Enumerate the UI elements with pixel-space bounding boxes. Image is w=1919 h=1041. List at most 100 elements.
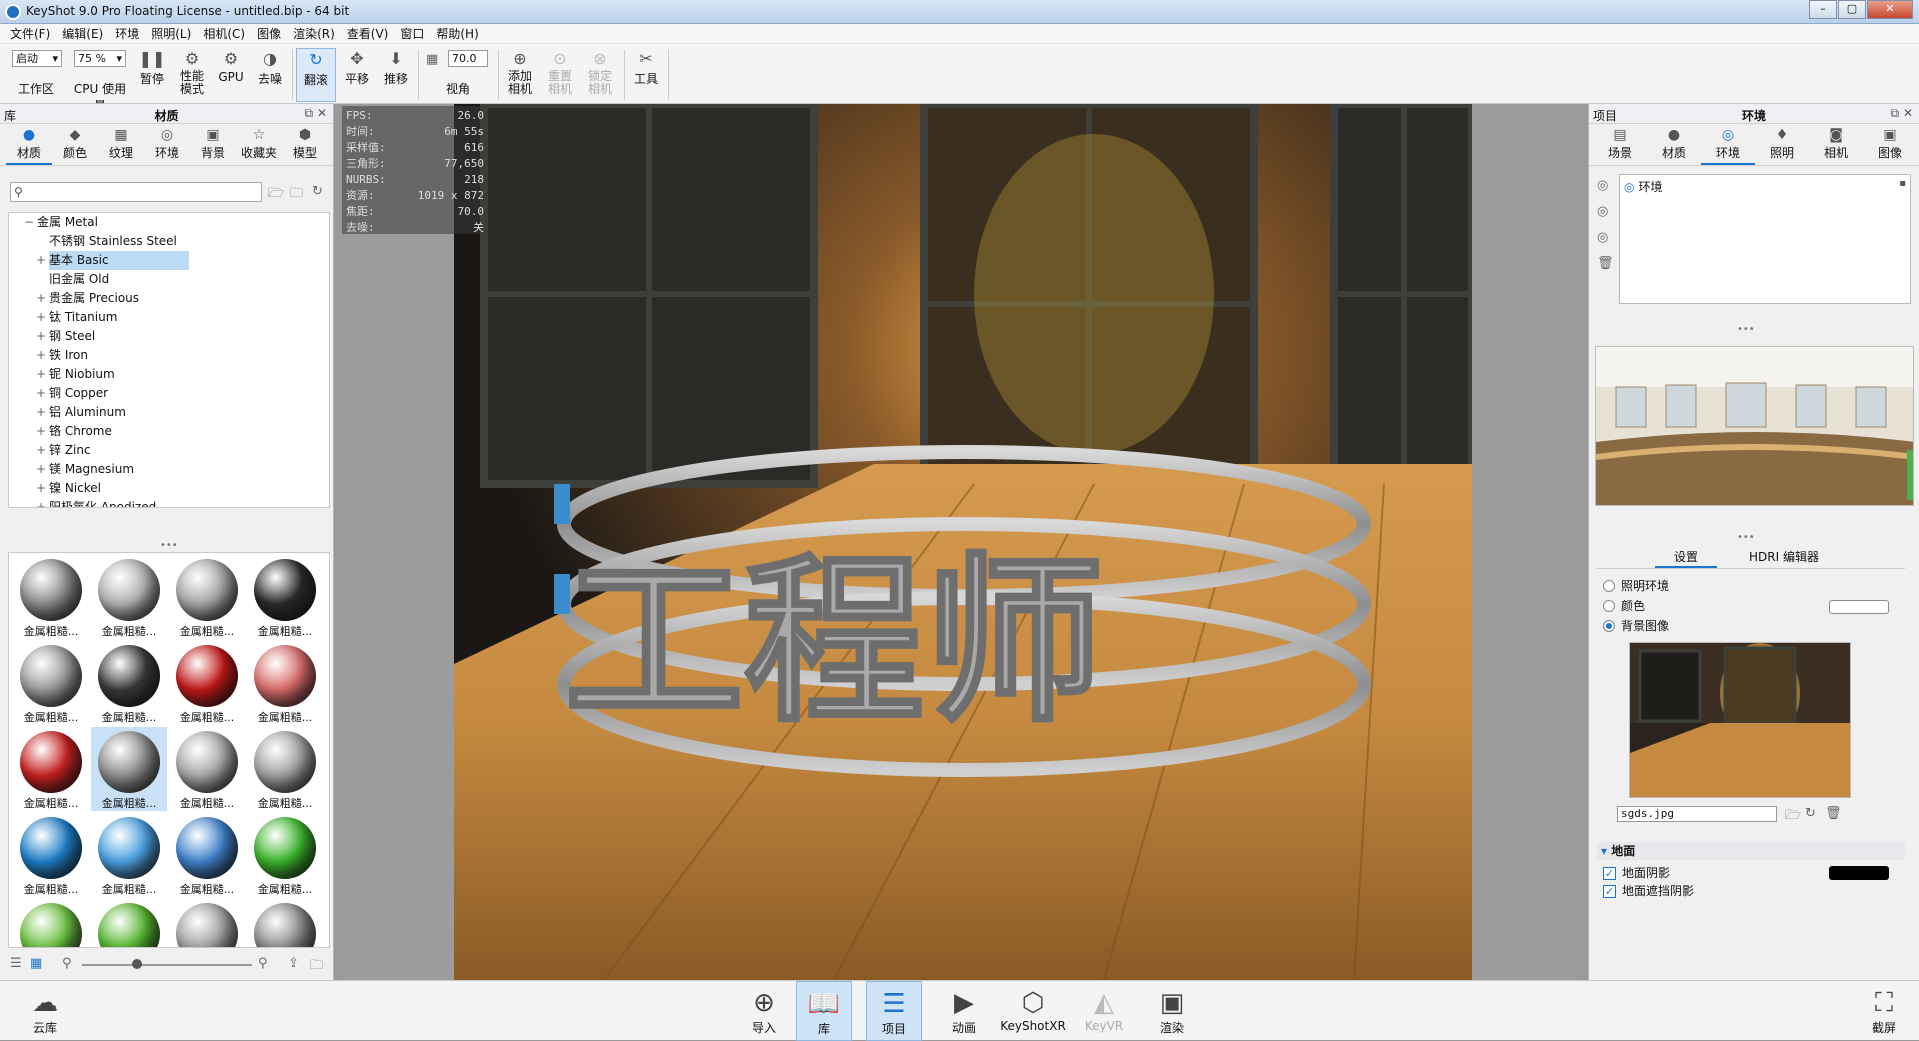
tab-scene[interactable]: ▤ 场景 bbox=[1593, 124, 1647, 165]
material-swatch[interactable]: 金属粗糙... bbox=[91, 555, 167, 639]
dolly-button[interactable]: ⬇ 推移 bbox=[378, 48, 414, 102]
checkbox-ground-shadows[interactable]: ✓ 地面阴影 bbox=[1603, 864, 1670, 882]
splitter-handle[interactable]: ••• bbox=[160, 540, 178, 551]
grid-view-icon[interactable]: ▦ bbox=[30, 956, 42, 971]
lock-camera-button[interactable]: ⊗ 锁定 相机 bbox=[582, 48, 618, 102]
expand-icon[interactable]: + bbox=[35, 422, 47, 441]
tab-camera[interactable]: ◙ 相机 bbox=[1809, 124, 1863, 165]
background-file-input[interactable]: sgds.jpg bbox=[1617, 806, 1777, 822]
material-swatch[interactable]: 金属粗糙... bbox=[91, 727, 167, 811]
material-swatch[interactable]: 金属粗糙... bbox=[169, 813, 245, 897]
zoom-out-icon[interactable]: ⚲ bbox=[62, 956, 72, 971]
menu-environment[interactable]: 环境 bbox=[109, 25, 145, 42]
tab-material[interactable]: ● 材质 bbox=[1647, 124, 1701, 165]
tumble-button[interactable]: ↻ 翻滚 bbox=[296, 48, 336, 102]
expand-icon[interactable]: + bbox=[35, 251, 47, 270]
ground-shadow-color-swatch[interactable] bbox=[1829, 866, 1889, 880]
subtab-settings[interactable]: 设置 bbox=[1655, 548, 1717, 568]
expand-icon[interactable]: + bbox=[35, 460, 47, 479]
tree-item[interactable]: + 铜 Copper bbox=[9, 384, 329, 403]
zoom-in-icon[interactable]: ⚲ bbox=[258, 956, 268, 971]
real-time-viewport[interactable]: 工程师 bbox=[342, 104, 1581, 980]
expand-icon[interactable]: + bbox=[35, 479, 47, 498]
material-swatch[interactable]: 金属粗糙... bbox=[247, 813, 323, 897]
material-swatch[interactable]: 金属粗糙... bbox=[169, 727, 245, 811]
tree-item[interactable]: + 镁 Magnesium bbox=[9, 460, 329, 479]
thumbnail-size-slider[interactable] bbox=[82, 964, 252, 966]
menu-file[interactable]: 文件(F) bbox=[4, 25, 56, 42]
maximize-button[interactable]: ▢ bbox=[1838, 0, 1866, 19]
material-swatch[interactable] bbox=[13, 899, 89, 947]
project-button[interactable]: ☰ 项目 bbox=[866, 981, 922, 1041]
list-view-icon[interactable]: ☰ bbox=[10, 956, 22, 971]
tab-favorites[interactable]: ☆ 收藏夹 bbox=[236, 124, 282, 165]
expand-icon[interactable]: + bbox=[35, 441, 47, 460]
menu-camera[interactable]: 相机(C) bbox=[197, 25, 251, 42]
environment-list-item[interactable]: ◎ 环境 bbox=[1624, 178, 1663, 195]
menu-help[interactable]: 帮助(H) bbox=[430, 25, 484, 42]
slider-handle[interactable] bbox=[132, 959, 142, 969]
tools-button[interactable]: ✂ 工具 bbox=[628, 48, 664, 102]
splitter-handle[interactable]: ••• bbox=[1737, 532, 1755, 543]
background-image-preview[interactable] bbox=[1629, 642, 1851, 798]
material-swatch[interactable]: 金属粗糙... bbox=[247, 727, 323, 811]
minimize-button[interactable]: – bbox=[1809, 0, 1837, 19]
folder-open-icon[interactable]: 🗁 bbox=[1785, 806, 1801, 828]
denoise-button[interactable]: ◑ 去噪 bbox=[252, 48, 288, 102]
refresh-icon[interactable]: ↻ bbox=[312, 184, 323, 199]
copy-environment-icon[interactable]: ◎ bbox=[1597, 230, 1608, 245]
menu-edit[interactable]: 编辑(E) bbox=[56, 25, 109, 42]
tab-environments[interactable]: ◎ 环境 bbox=[144, 124, 190, 165]
trash-icon[interactable]: 🗑 bbox=[1597, 256, 1614, 271]
radio-lighting-environment[interactable]: 照明环境 bbox=[1603, 576, 1669, 596]
render-button[interactable]: ▣ 渲染 bbox=[1144, 981, 1200, 1041]
render-image[interactable]: 工程师 bbox=[454, 104, 1472, 980]
duplicate-environment-icon[interactable]: ◎ bbox=[1597, 204, 1608, 219]
library-search-input[interactable]: ⚲ bbox=[10, 182, 262, 202]
material-swatch[interactable] bbox=[91, 899, 167, 947]
tree-item[interactable]: 旧金属 Old bbox=[9, 270, 329, 289]
radio-color[interactable]: 颜色 bbox=[1603, 596, 1645, 616]
refresh-icon[interactable]: ↻ bbox=[1805, 806, 1816, 821]
keyshotxr-button[interactable]: ⬡ KeyShotXR bbox=[1000, 981, 1066, 1041]
tree-item[interactable]: + 铌 Niobium bbox=[9, 365, 329, 384]
background-color-swatch[interactable] bbox=[1829, 600, 1889, 614]
expand-icon[interactable]: + bbox=[35, 308, 47, 327]
expand-icon[interactable]: + bbox=[35, 346, 47, 365]
splitter-handle[interactable]: ••• bbox=[1737, 324, 1755, 335]
reset-camera-button[interactable]: ⊙ 重置 相机 bbox=[542, 48, 578, 102]
material-swatch[interactable]: 金属粗糙... bbox=[91, 813, 167, 897]
material-swatch[interactable]: 金属粗糙... bbox=[13, 555, 89, 639]
scrollbar-thumb[interactable] bbox=[1907, 450, 1913, 500]
close-button[interactable]: ✕ bbox=[1867, 0, 1913, 19]
trash-icon[interactable]: 🗑 bbox=[1825, 806, 1842, 821]
undock-icon[interactable]: ⧉ bbox=[1891, 106, 1900, 120]
menu-render[interactable]: 渲染(R) bbox=[287, 25, 341, 42]
subtab-hdri-editor[interactable]: HDRI 编辑器 bbox=[1739, 548, 1829, 568]
tree-item[interactable]: 不锈钢 Stainless Steel bbox=[9, 232, 329, 251]
add-environment-icon[interactable]: ◎ bbox=[1597, 178, 1608, 193]
material-swatch[interactable] bbox=[169, 899, 245, 947]
library-button[interactable]: 📖 库 bbox=[796, 981, 852, 1041]
close-panel-icon[interactable]: ✕ bbox=[317, 106, 327, 120]
hdri-preview[interactable] bbox=[1595, 346, 1914, 506]
folder-open-icon[interactable]: 🗁 bbox=[268, 184, 284, 206]
material-swatch[interactable]: 金属粗糙... bbox=[13, 641, 89, 725]
pan-button[interactable]: ✥ 平移 bbox=[340, 48, 374, 102]
close-panel-icon[interactable]: ✕ bbox=[1903, 106, 1913, 120]
material-swatch[interactable]: 金属粗糙... bbox=[13, 813, 89, 897]
menu-image[interactable]: 图像 bbox=[251, 25, 287, 42]
tree-item[interactable]: + 铁 Iron bbox=[9, 346, 329, 365]
menu-lighting[interactable]: 照明(L) bbox=[145, 25, 197, 42]
tree-item[interactable]: + 钛 Titanium bbox=[9, 308, 329, 327]
tree-item[interactable]: + 贵金属 Precious bbox=[9, 289, 329, 308]
tab-textures[interactable]: ▦ 纹理 bbox=[98, 124, 144, 165]
undock-icon[interactable]: ⧉ bbox=[305, 106, 314, 120]
expand-icon[interactable]: + bbox=[35, 365, 47, 384]
animation-button[interactable]: ▶ 动画 bbox=[936, 981, 992, 1041]
expand-icon[interactable]: + bbox=[35, 289, 47, 308]
tree-item[interactable]: + 阳极氧化 Anodized bbox=[9, 498, 329, 507]
ground-section-header[interactable]: ▾ 地面 bbox=[1597, 842, 1905, 860]
tab-colors[interactable]: ◆ 颜色 bbox=[52, 124, 98, 165]
tree-item[interactable]: + 铬 Chrome bbox=[9, 422, 329, 441]
